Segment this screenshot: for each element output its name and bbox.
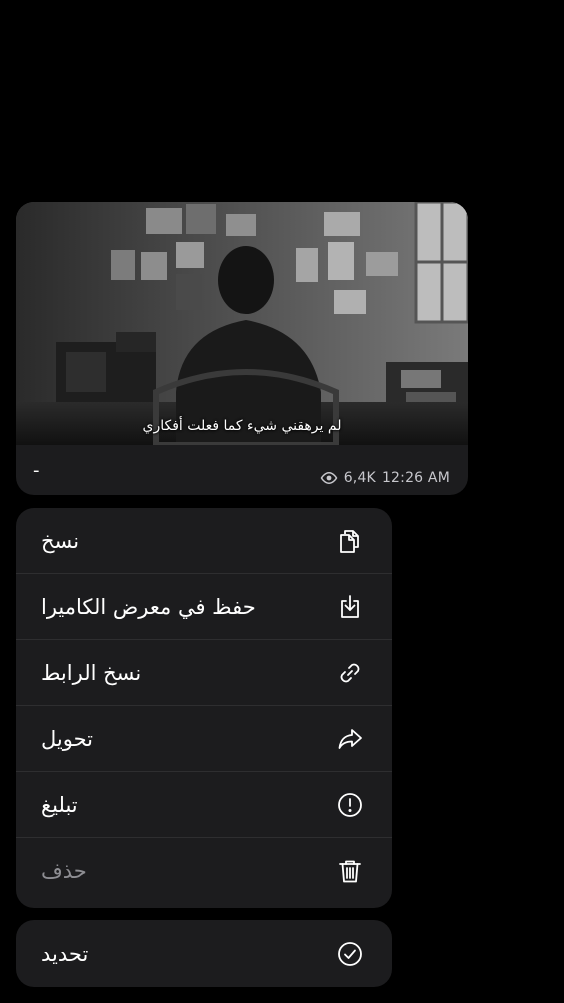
share-arrow-icon [336,725,364,753]
copy-icon [336,527,364,555]
menu-item-label: تبليغ [41,792,78,817]
menu-item-copy-link[interactable]: نسخ الرابط [16,640,392,706]
select-button[interactable]: تحديد [16,920,392,987]
menu-item-copy[interactable]: نسخ [16,508,392,574]
menu-item-delete[interactable]: حذف [16,838,392,904]
eye-icon [320,471,338,485]
menu-item-label: تحويل [41,726,93,751]
menu-item-report[interactable]: تبليغ [16,772,392,838]
menu-item-save-to-camera-roll[interactable]: حفظ في معرض الكاميرا [16,574,392,640]
menu-item-label: نسخ [41,528,80,553]
check-circle-icon [336,940,364,968]
message-meta: 6,4K 12:26 AM [320,470,450,486]
video-frame-image [16,202,468,445]
video-subtitle: لم يرهقني شيء كما فعلت أفكاري [142,418,342,434]
menu-item-label: نسخ الرابط [41,660,142,685]
link-icon [336,659,364,687]
context-menu: نسخ حفظ في معرض الكاميرا نسخ الرابط تحوي… [16,508,392,908]
menu-item-label: حذف [41,859,87,883]
menu-item-forward[interactable]: تحويل [16,706,392,772]
trash-icon [336,857,364,885]
message-time: 12:26 AM [381,470,450,486]
video-thumbnail[interactable]: لم يرهقني شيء كما فعلت أفكاري [16,202,468,445]
message-bubble[interactable]: لم يرهقني شيء كما فعلت أفكاري - 6,4K 12:… [16,202,468,495]
download-icon [336,593,364,621]
alert-circle-icon [336,791,364,819]
select-label: تحديد [41,941,89,966]
message-caption: - [33,460,40,481]
view-count: 6,4K [343,470,376,486]
menu-item-label: حفظ في معرض الكاميرا [41,594,256,619]
